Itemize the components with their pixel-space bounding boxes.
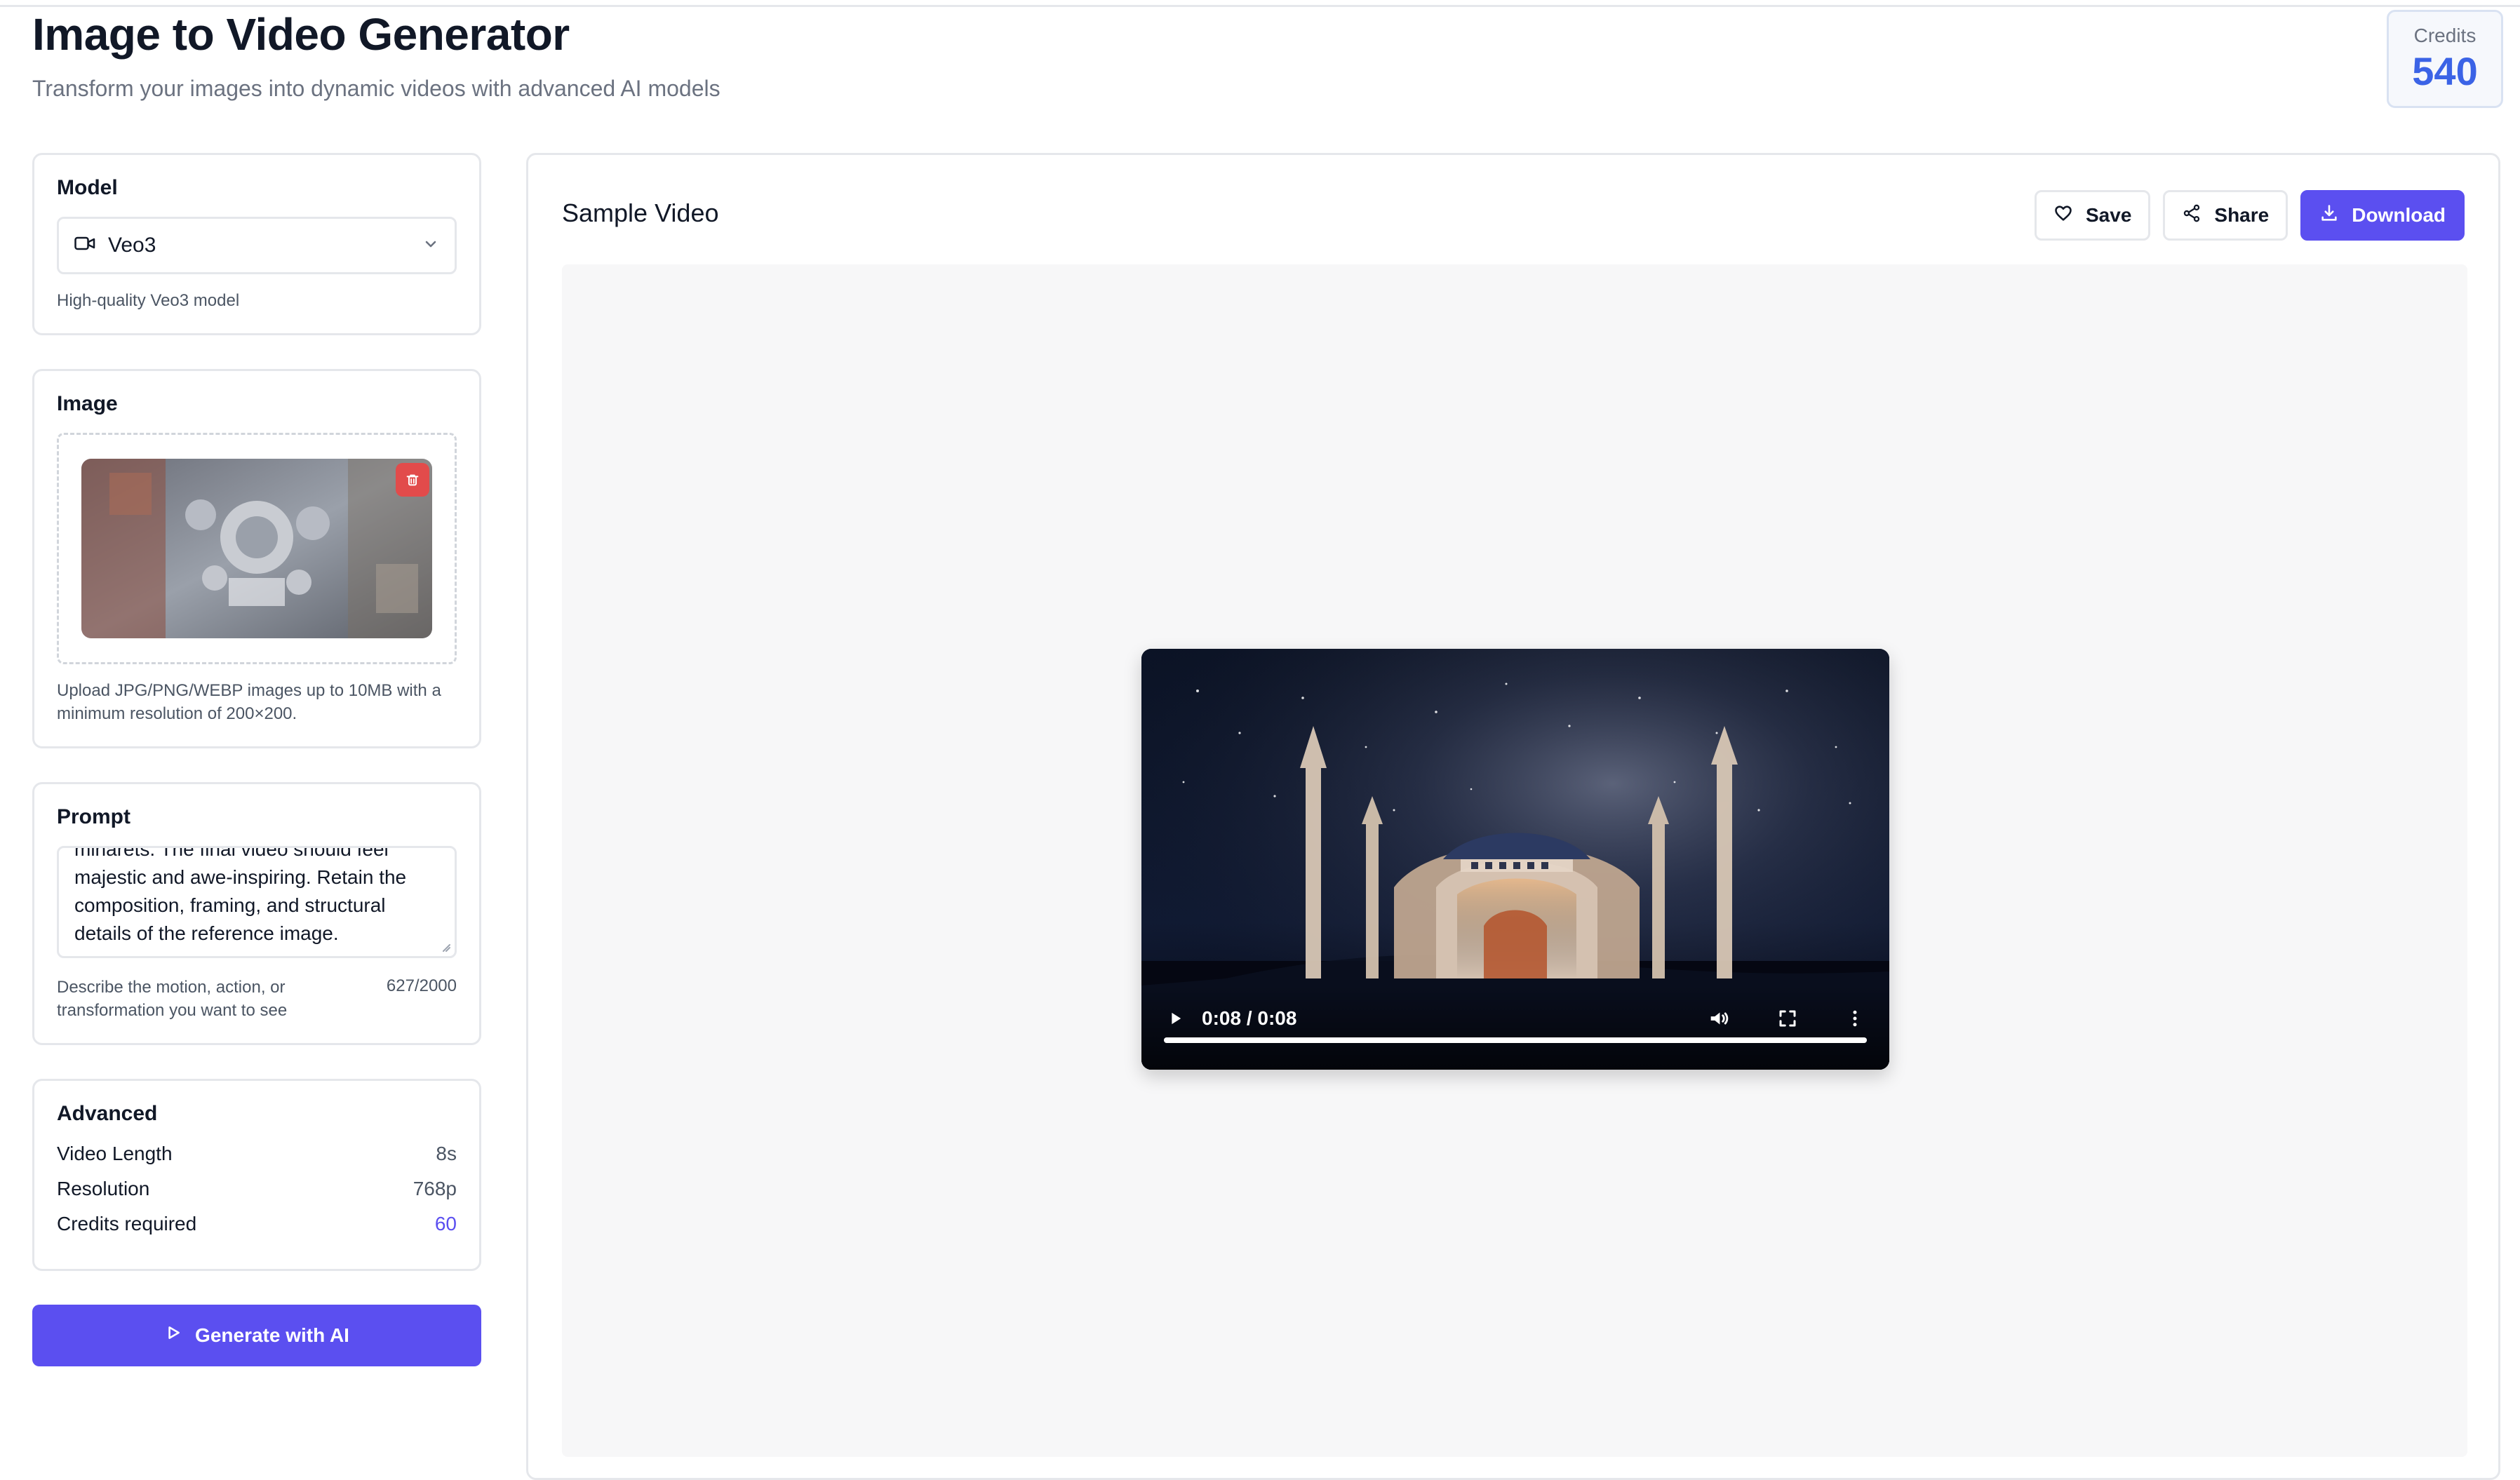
volume-icon[interactable]	[1707, 1007, 1731, 1030]
model-label: Model	[57, 176, 118, 199]
sidebar: Model Veo3 High-quality Veo3 model Image…	[32, 153, 481, 1366]
page-subtitle: Transform your images into dynamic video…	[32, 76, 721, 101]
video-controls-row: 0:08 / 0:08	[1165, 1007, 1865, 1030]
main-title: Sample Video	[562, 199, 719, 227]
top-border-line	[0, 0, 2520, 7]
credits-label: Credits	[2413, 24, 2477, 46]
advanced-card: Advanced Video Length 8s Resolution 768p…	[32, 1078, 481, 1271]
heart-icon	[2053, 203, 2073, 228]
model-help: High-quality Veo3 model	[57, 291, 240, 310]
page-title: Image to Video Generator	[32, 9, 570, 60]
prompt-card: Prompt minarets. The final video should …	[32, 782, 481, 1045]
video-stage: 0:08 / 0:08	[562, 264, 2467, 1457]
image-help: Upload JPG/PNG/WEBP images up to 10MB wi…	[57, 681, 441, 723]
more-options-icon[interactable]	[1844, 1008, 1865, 1029]
model-select[interactable]: Veo3	[57, 217, 457, 274]
video-progress-bar[interactable]	[1164, 1037, 1867, 1043]
advanced-resolution-value: 768p	[413, 1177, 457, 1199]
video-camera-icon	[74, 234, 95, 257]
generate-button[interactable]: Generate with AI	[32, 1304, 481, 1366]
advanced-resolution-label: Resolution	[57, 1177, 150, 1199]
share-button-label: Share	[2214, 204, 2270, 226]
video-time: 0:08 / 0:08	[1202, 1007, 1297, 1029]
prompt-label: Prompt	[57, 805, 130, 829]
play-outline-icon	[164, 1324, 182, 1347]
advanced-video-length-label: Video Length	[57, 1142, 173, 1164]
credits-badge: Credits 540	[2387, 10, 2503, 108]
prompt-textarea[interactable]: minarets. The final video should feel ma…	[57, 846, 457, 959]
trash-icon	[405, 472, 420, 487]
model-card: Model Veo3 High-quality Veo3 model	[32, 153, 481, 336]
advanced-credits-required-label: Credits required	[57, 1212, 197, 1235]
textarea-resize-handle[interactable]	[439, 941, 450, 953]
image-thumbnail	[81, 459, 432, 639]
download-icon	[2319, 203, 2339, 228]
advanced-row-credits-required: Credits required 60	[57, 1213, 457, 1235]
image-label: Image	[57, 392, 118, 416]
download-button[interactable]: Download	[2300, 190, 2465, 241]
chevron-down-icon	[422, 236, 439, 256]
advanced-video-length-value: 8s	[436, 1142, 457, 1164]
video-progress-fill	[1164, 1037, 1867, 1043]
model-select-value: Veo3	[108, 234, 156, 257]
main-panel: Sample Video Save Share Download 0:08 / …	[526, 153, 2500, 1480]
save-button-label: Save	[2086, 204, 2132, 226]
prompt-help: Describe the motion, action, or transfor…	[57, 978, 288, 1020]
prompt-meta: Describe the motion, action, or transfor…	[57, 976, 457, 1022]
app-root: Image to Video Generator Transform your …	[0, 0, 2520, 1480]
sample-video-player[interactable]: 0:08 / 0:08	[1141, 649, 1889, 1070]
generate-button-label: Generate with AI	[195, 1324, 349, 1346]
video-controls: 0:08 / 0:08	[1141, 985, 1889, 1070]
play-icon[interactable]	[1165, 1009, 1185, 1028]
share-icon	[2182, 203, 2201, 228]
prompt-text: minarets. The final video should feel ma…	[74, 846, 407, 945]
model-select-left: Veo3	[74, 234, 156, 257]
fullscreen-icon[interactable]	[1777, 1008, 1798, 1029]
advanced-row-video-length: Video Length 8s	[57, 1143, 457, 1165]
advanced-row-resolution: Resolution 768p	[57, 1178, 457, 1200]
credits-value: 540	[2412, 48, 2478, 93]
save-button[interactable]: Save	[2035, 190, 2151, 241]
video-controls-right	[1707, 1007, 1865, 1030]
download-button-label: Download	[2352, 204, 2446, 226]
image-upload-dropzone[interactable]	[57, 433, 457, 665]
advanced-label: Advanced	[57, 1101, 158, 1125]
video-controls-left: 0:08 / 0:08	[1165, 1007, 1296, 1030]
image-card: Image Upload JPG/PNG/WEBP images up to 1…	[32, 369, 481, 749]
delete-image-button[interactable]	[396, 463, 429, 497]
advanced-credits-required-value: 60	[434, 1212, 457, 1235]
prompt-character-count: 627/2000	[386, 976, 457, 996]
main-actions: Save Share Download	[2035, 190, 2465, 241]
share-button[interactable]: Share	[2163, 190, 2288, 241]
